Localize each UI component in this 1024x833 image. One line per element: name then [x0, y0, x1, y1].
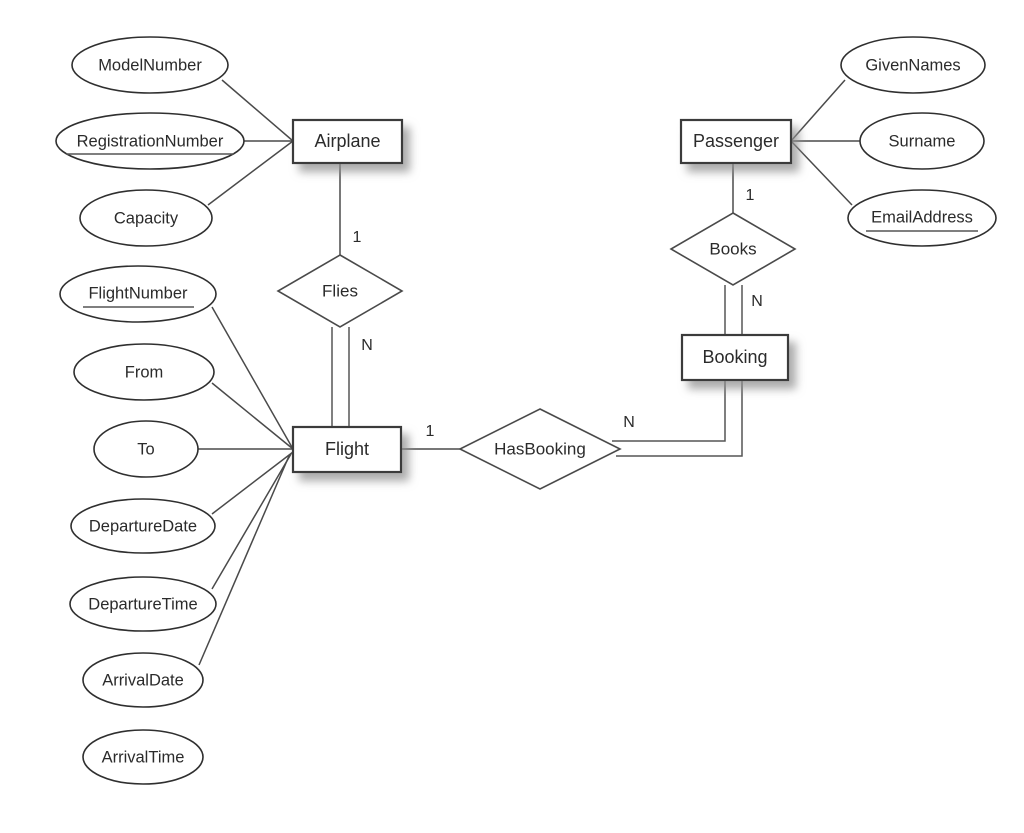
entity-booking-label: Booking: [702, 347, 767, 367]
entity-airplane-label: Airplane: [314, 131, 380, 151]
attribute-surname-label: Surname: [889, 132, 956, 150]
attribute-layer: ModelNumber RegistrationNumber Capacity …: [55, 36, 997, 785]
attribute-arrivaldate[interactable]: ArrivalDate: [82, 652, 204, 708]
attribute-capacity-label: Capacity: [114, 209, 179, 227]
relationship-hasbooking[interactable]: HasBooking: [458, 408, 622, 490]
relationship-books[interactable]: Books: [669, 212, 797, 286]
attribute-flightnumber-label: FlightNumber: [88, 284, 188, 302]
er-diagram-canvas: Flies Books HasBooking ModelNumber Regis…: [0, 0, 1024, 833]
relationship-flies-label: Flies: [322, 281, 358, 300]
edge-books-booking: [724, 285, 743, 335]
edge-flies-flight: [331, 327, 350, 427]
attribute-givennames[interactable]: GivenNames: [840, 36, 986, 94]
cardinality-airplane-flies: 1: [353, 229, 362, 246]
edge-givennames-passenger: [790, 79, 846, 142]
edge-departuretime-flight: [211, 453, 292, 590]
attribute-departuredate-label: DepartureDate: [89, 517, 197, 535]
attribute-departuretime-label: DepartureTime: [88, 595, 197, 613]
edge-departuredate-flight: [211, 451, 294, 515]
attribute-to[interactable]: To: [93, 420, 199, 478]
attribute-registrationnumber-label: RegistrationNumber: [77, 132, 224, 150]
cardinality-flies-flight: N: [361, 337, 373, 354]
relationship-flies[interactable]: Flies: [276, 254, 404, 328]
attribute-departuredate[interactable]: DepartureDate: [70, 498, 216, 554]
relationship-hasbooking-label: HasBooking: [494, 439, 586, 458]
er-diagram-svg: Flies Books HasBooking ModelNumber Regis…: [55, 36, 997, 785]
cardinality-books-booking: N: [751, 293, 763, 310]
attribute-from[interactable]: From: [73, 343, 215, 401]
entity-flight[interactable]: Flight: [291, 425, 403, 474]
attribute-from-label: From: [125, 363, 164, 381]
edge-flightnumber-flight: [211, 306, 294, 450]
attribute-to-label: To: [137, 440, 154, 458]
cardinality-passenger-books: 1: [746, 187, 755, 204]
attribute-arrivaldate-label: ArrivalDate: [102, 671, 184, 689]
entity-flight-label: Flight: [325, 439, 369, 459]
attribute-departuretime[interactable]: DepartureTime: [69, 576, 217, 632]
entity-booking[interactable]: Booking: [680, 333, 790, 382]
entity-airplane[interactable]: Airplane: [291, 118, 404, 165]
edge-emailaddress-passenger: [790, 140, 853, 206]
cardinality-layer: 1 N 1 N 1 N: [353, 187, 763, 440]
cardinality-hasbooking-booking: N: [623, 414, 635, 431]
cardinality-flight-hasbooking: 1: [426, 423, 435, 440]
attribute-givennames-label: GivenNames: [865, 56, 960, 74]
attribute-modelnumber-label: ModelNumber: [98, 56, 202, 74]
attribute-registrationnumber[interactable]: RegistrationNumber: [55, 112, 245, 170]
attribute-surname[interactable]: Surname: [859, 112, 985, 170]
attribute-capacity[interactable]: Capacity: [79, 189, 213, 247]
attribute-arrivaltime-label: ArrivalTime: [102, 748, 185, 766]
attribute-emailaddress[interactable]: EmailAddress: [847, 189, 997, 247]
edge-arrivaldate-flight: [198, 455, 290, 666]
attribute-arrivaltime[interactable]: ArrivalTime: [82, 729, 204, 785]
attribute-emailaddress-label: EmailAddress: [871, 208, 973, 226]
relationship-books-label: Books: [709, 239, 756, 258]
attribute-flightnumber[interactable]: FlightNumber: [59, 265, 217, 323]
attribute-modelnumber[interactable]: ModelNumber: [71, 36, 229, 94]
entity-passenger-label: Passenger: [693, 131, 779, 151]
edge-from-flight: [211, 382, 294, 450]
entity-passenger[interactable]: Passenger: [679, 118, 793, 165]
